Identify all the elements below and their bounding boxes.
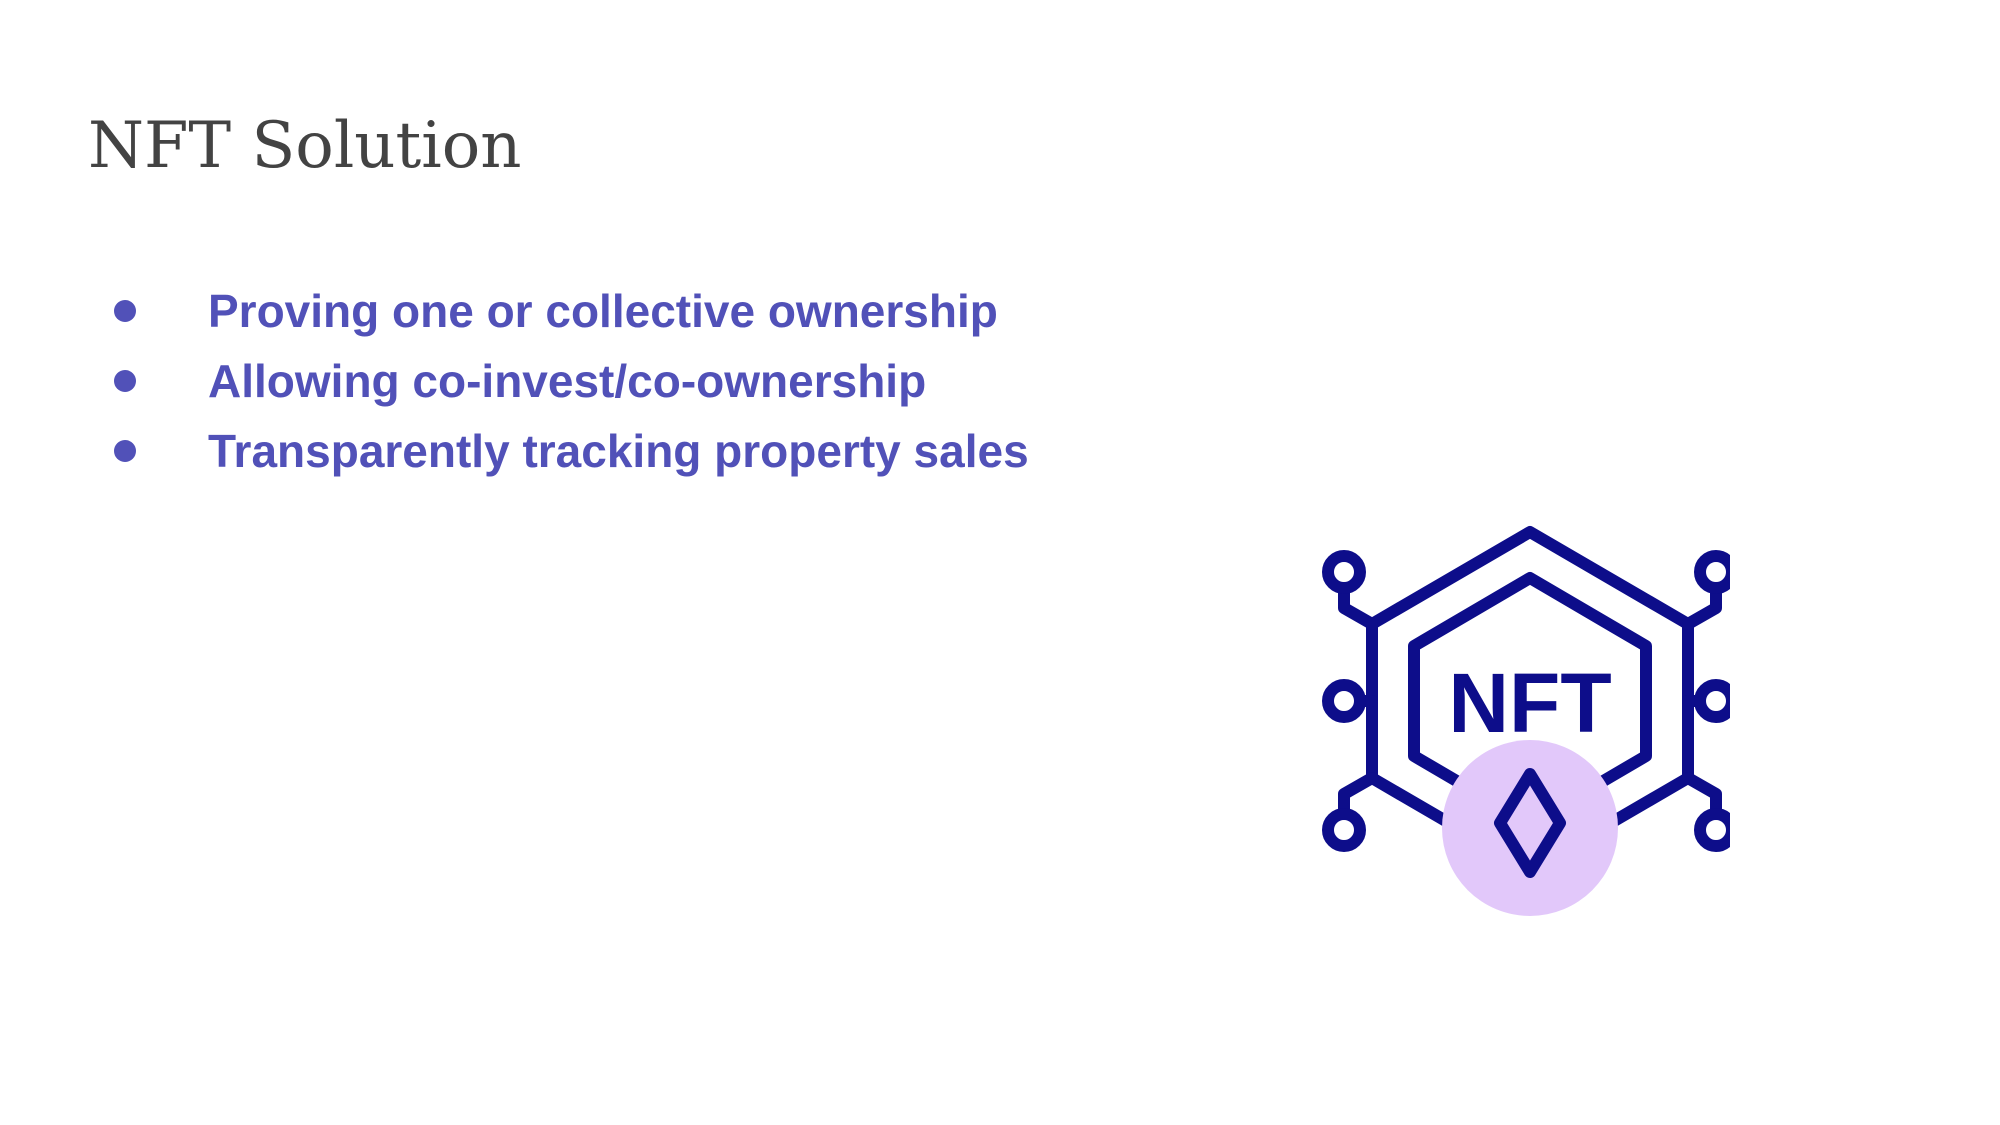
bullet-dot-icon	[114, 300, 136, 322]
bullet-list: Proving one or collective ownership Allo…	[104, 276, 1029, 486]
bullet-text: Transparently tracking property sales	[208, 425, 1029, 477]
bullet-dot-icon	[114, 370, 136, 392]
bullet-text: Allowing co-invest/co-ownership	[208, 355, 927, 407]
bullet-dot-icon	[114, 440, 136, 462]
node-circle-icon	[1322, 808, 1366, 852]
token-badge-icon	[1442, 740, 1618, 916]
node-circle-icon	[1694, 808, 1730, 852]
bullet-item: Transparently tracking property sales	[104, 416, 1029, 486]
bullet-item: Proving one or collective ownership	[104, 276, 1029, 346]
slide: NFT Solution Proving one or collective o…	[0, 0, 2000, 1125]
bullet-item: Allowing co-invest/co-ownership	[104, 346, 1029, 416]
nft-label: NFT	[1448, 656, 1611, 750]
node-circle-icon	[1694, 550, 1730, 594]
nft-hexagon-icon: NFT	[1322, 526, 1730, 916]
slide-title: NFT Solution	[88, 109, 522, 183]
node-circle-icon	[1322, 550, 1366, 594]
node-circle-icon	[1322, 679, 1366, 723]
node-circle-icon	[1694, 679, 1730, 723]
bullet-text: Proving one or collective ownership	[208, 285, 998, 337]
